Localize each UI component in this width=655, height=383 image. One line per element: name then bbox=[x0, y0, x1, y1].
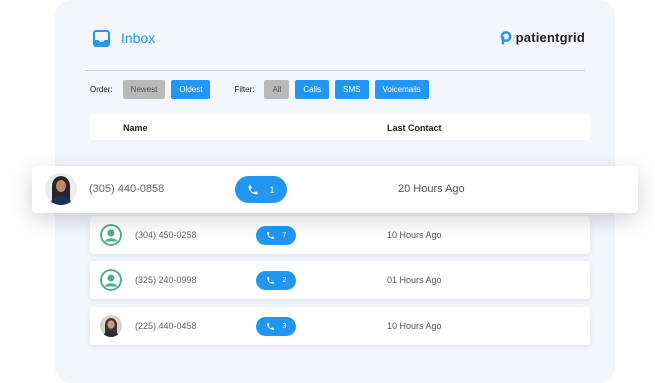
filter-voicemails-button[interactable]: Voicemails bbox=[374, 79, 429, 99]
last-contact: 01 Hours Ago bbox=[387, 275, 442, 285]
filter-label: Filter: bbox=[234, 84, 255, 94]
header-divider bbox=[85, 70, 585, 71]
table-row[interactable]: (304) 450-0258 7 10 Hours Ago bbox=[90, 216, 590, 254]
phone-icon bbox=[266, 276, 275, 285]
call-count: 7 bbox=[282, 232, 287, 239]
table-header: Name Last Contact bbox=[90, 114, 590, 140]
patientgrid-logo bbox=[500, 30, 512, 45]
inbox-icon bbox=[93, 30, 110, 47]
call-count: 1 bbox=[269, 184, 275, 195]
brand-name: patientgrid bbox=[515, 30, 585, 45]
page-title: Inbox bbox=[121, 30, 156, 46]
default-user-icon bbox=[100, 269, 122, 291]
column-header-name[interactable]: Name bbox=[123, 123, 148, 133]
call-count-button[interactable]: 2 bbox=[256, 271, 296, 290]
default-user-icon bbox=[100, 224, 122, 246]
filter-calls-button[interactable]: Calls bbox=[295, 79, 330, 99]
phone-icon bbox=[247, 184, 259, 196]
photo-avatar bbox=[100, 315, 122, 337]
call-count-button[interactable]: 7 bbox=[256, 226, 296, 245]
filter-sms-button[interactable]: SMS bbox=[335, 79, 369, 99]
inbox-header: Inbox patientgrid bbox=[93, 30, 585, 50]
last-contact: 10 Hours Ago bbox=[387, 230, 442, 240]
table-row[interactable]: (225) 440-0458 3 10 Hours Ago bbox=[90, 307, 590, 345]
brand: patientgrid bbox=[500, 30, 585, 45]
featured-table-row[interactable]: (305) 440-0858 1 20 Hours Ago bbox=[32, 166, 638, 213]
photo-avatar bbox=[45, 173, 77, 205]
column-header-last-contact[interactable]: Last Contact bbox=[387, 123, 442, 133]
order-label: Order: bbox=[90, 84, 113, 94]
phone-number: (304) 450-0258 bbox=[135, 230, 197, 240]
phone-number: (225) 440-0458 bbox=[135, 321, 197, 331]
filter-bar: Order: Newest Oldest Filter: All Calls S… bbox=[90, 79, 435, 99]
phone-icon bbox=[266, 322, 275, 331]
order-oldest-button[interactable]: Oldest bbox=[171, 79, 211, 99]
call-count: 3 bbox=[282, 323, 287, 330]
phone-number: (305) 440-0858 bbox=[89, 183, 165, 195]
phone-icon bbox=[266, 231, 275, 240]
last-contact: 10 Hours Ago bbox=[387, 321, 442, 331]
table-row[interactable]: (325) 240-0998 2 01 Hours Ago bbox=[90, 261, 590, 299]
call-count-button[interactable]: 1 bbox=[235, 176, 287, 203]
call-count: 2 bbox=[282, 277, 287, 284]
call-count-button[interactable]: 3 bbox=[256, 317, 296, 336]
last-contact: 20 Hours Ago bbox=[398, 183, 465, 195]
order-newest-button[interactable]: Newest bbox=[122, 79, 166, 99]
phone-number: (325) 240-0998 bbox=[135, 275, 197, 285]
filter-all-button[interactable]: All bbox=[264, 79, 290, 99]
